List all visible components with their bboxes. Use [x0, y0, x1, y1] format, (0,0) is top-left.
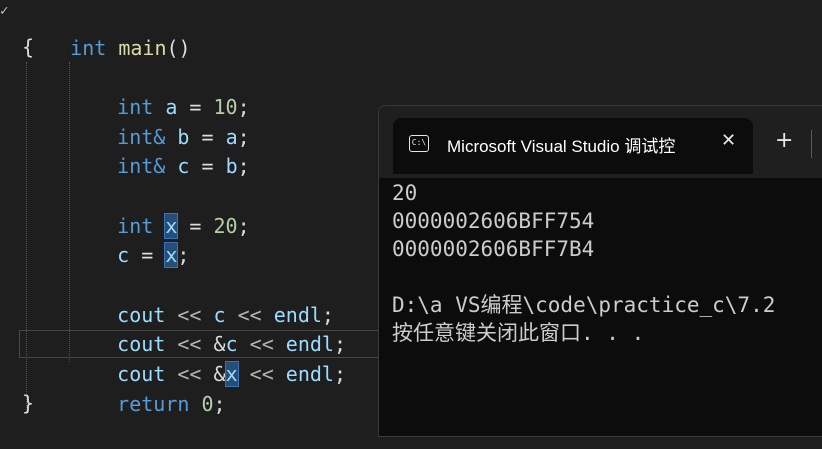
terminal-tab-bar: C:\ Microsoft Visual Studio 调试控 ✕ +	[379, 106, 822, 178]
console-output-line: 20	[392, 181, 418, 205]
code-line-cout-addr-x[interactable]: cout << &x << endl;	[69, 329, 346, 387]
code-line-main[interactable]: int main()	[22, 3, 190, 60]
brace-guide	[26, 62, 27, 414]
code-line-close-brace[interactable]: }	[22, 388, 34, 418]
code-line-ref-c[interactable]: int& c = b;	[69, 121, 249, 178]
code-line-open-brace[interactable]: {	[22, 32, 34, 62]
code-line-assign-c[interactable]: c = x;	[69, 210, 189, 268]
console-output-line: 0000002606BFF7B4	[392, 237, 595, 261]
terminal-tab-title: Microsoft Visual Studio 调试控	[447, 137, 676, 156]
code-line-int-a[interactable]: int a = 10;	[69, 62, 249, 119]
console-icon: C:\	[409, 135, 429, 152]
fold-collapse-icon[interactable]: ✓	[0, 3, 8, 19]
console-output-line: 按任意键关闭此窗口. . .	[392, 321, 645, 345]
debug-console-window[interactable]: C:\ Microsoft Visual Studio 调试控 ✕ + 20 0…	[378, 105, 822, 437]
code-line-ref-b[interactable]: int& b = a;	[69, 92, 249, 149]
code-line-return[interactable]: return 0;	[69, 359, 225, 416]
close-tab-icon[interactable]: ✕	[721, 130, 736, 151]
new-tab-button[interactable]: +	[775, 128, 793, 153]
terminal-tab[interactable]: C:\ Microsoft Visual Studio 调试控 ✕	[393, 118, 753, 174]
code-line-int-x[interactable]: int x = 20;	[69, 181, 250, 239]
code-line-cout-c[interactable]: cout << c << endl;	[69, 270, 334, 327]
code-line-cout-addr-c[interactable]: cout << &c << endl;	[69, 299, 346, 356]
symbol-highlight: x	[164, 242, 179, 268]
console-output-line: D:\a VS编程\code\practice_c\7.2	[392, 293, 776, 317]
console-output-line: 0000002606BFF754	[392, 209, 595, 233]
symbol-highlight: x	[224, 361, 239, 387]
tab-divider	[811, 130, 812, 158]
